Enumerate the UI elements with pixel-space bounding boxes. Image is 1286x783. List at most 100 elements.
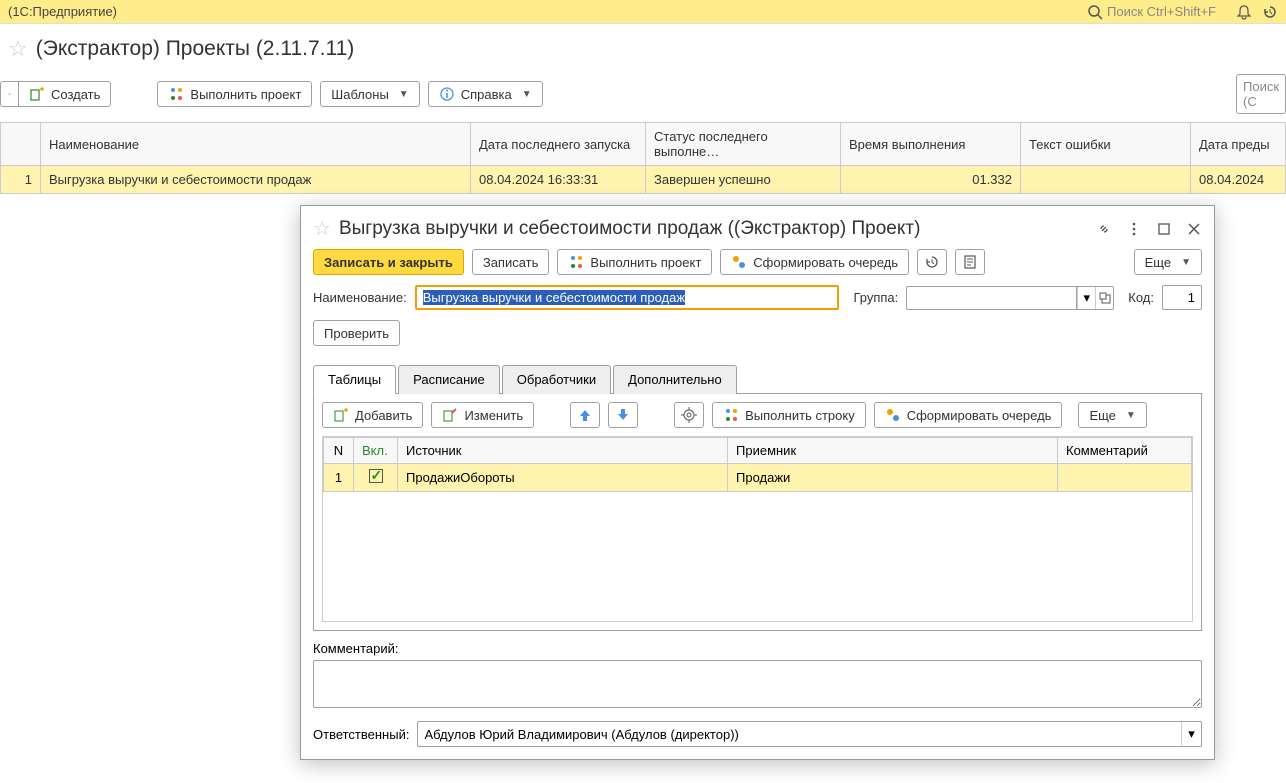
col-status[interactable]: Статус последнего выполне… <box>646 123 841 166</box>
add-button[interactable]: Добавить <box>322 402 423 428</box>
col-comment[interactable]: Комментарий <box>1058 438 1192 464</box>
group-label: Группа: <box>853 290 898 305</box>
more-button[interactable]: Еще ▼ <box>1134 249 1202 275</box>
chevron-down-icon: ▼ <box>522 89 532 100</box>
expand-button[interactable] <box>0 81 18 107</box>
dialog-title-bar: ☆ Выгрузка выручки и себестоимости прода… <box>301 206 1214 249</box>
tab-schedule[interactable]: Расписание <box>398 365 500 394</box>
col-enabled[interactable]: Вкл. <box>354 438 398 464</box>
col-exec-time[interactable]: Время выполнения <box>841 123 1021 166</box>
col-n[interactable]: N <box>324 438 354 464</box>
arrow-down-icon <box>615 407 631 423</box>
chevron-down-icon: ▼ <box>399 89 409 100</box>
tabs: Таблицы Расписание Обработчики Дополните… <box>313 364 1202 394</box>
tab-toolbar: Добавить Изменить <box>322 402 1193 428</box>
app-name: (1С:Предприятие) <box>8 4 117 19</box>
comment-label: Комментарий: <box>313 641 1202 656</box>
history-icon[interactable] <box>1262 3 1278 20</box>
name-label: Наименование: <box>313 290 407 305</box>
add-icon <box>333 407 349 423</box>
table-row[interactable]: 1 Выгрузка выручки и себестоимости прода… <box>1 166 1286 194</box>
run-project-button[interactable]: Выполнить проект <box>157 81 312 107</box>
save-button[interactable]: Записать <box>472 249 550 275</box>
chevron-down-icon[interactable]: ▾ <box>1181 722 1201 746</box>
search-icon <box>1087 4 1103 20</box>
create-icon <box>29 86 45 102</box>
inner-header-row: N Вкл. Источник Приемник Комментарий <box>324 438 1192 464</box>
save-close-button[interactable]: Записать и закрыть <box>313 249 464 275</box>
col-name[interactable]: Наименование <box>41 123 471 166</box>
check-row: Проверить <box>313 320 1202 346</box>
settings-button[interactable] <box>674 402 704 428</box>
name-input[interactable]: Выгрузка выручки и себестоимости продаж <box>415 285 840 310</box>
page-search[interactable]: Поиск (С <box>1236 74 1286 114</box>
link-icon[interactable] <box>1096 220 1112 237</box>
check-button[interactable]: Проверить <box>313 320 400 346</box>
queue-icon <box>885 407 901 423</box>
move-up-button[interactable] <box>570 402 600 428</box>
app-header: (1С:Предприятие) Поиск Ctrl+Shift+F <box>0 0 1286 24</box>
enabled-cell[interactable] <box>354 464 398 492</box>
col-target[interactable]: Приемник <box>728 438 1058 464</box>
page-toolbar: Создать Выполнить проект Шаблоны ▼ Справ… <box>0 70 1286 122</box>
code-input[interactable] <box>1162 285 1202 310</box>
comment-input[interactable] <box>313 660 1202 708</box>
form-queue-button[interactable]: Сформировать очередь <box>720 249 909 275</box>
table-header-row: Наименование Дата последнего запуска Ста… <box>1 123 1286 166</box>
search-placeholder: Поиск Ctrl+Shift+F <box>1107 4 1216 19</box>
close-icon[interactable] <box>1186 220 1202 237</box>
dialog-toolbar: Записать и закрыть Записать Выполнить пр… <box>313 249 1202 275</box>
edit-icon <box>442 407 458 423</box>
open-icon[interactable] <box>1095 287 1113 309</box>
history-button[interactable] <box>917 249 947 275</box>
global-search[interactable]: Поиск Ctrl+Shift+F <box>1087 4 1216 20</box>
report-button[interactable] <box>955 249 985 275</box>
group-select[interactable]: ▾ <box>906 286 1114 310</box>
project-dialog: ☆ Выгрузка выручки и себестоимости прода… <box>300 205 1215 760</box>
inner-table-row[interactable]: 1 ПродажиОбороты Продажи <box>324 464 1192 492</box>
chevron-icon <box>7 86 12 102</box>
col-prev-date[interactable]: Дата преды <box>1191 123 1286 166</box>
chevron-down-icon[interactable]: ▾ <box>1077 287 1095 309</box>
checkbox-icon <box>369 469 383 483</box>
run-project-button[interactable]: Выполнить проект <box>557 249 712 275</box>
tab-additional[interactable]: Дополнительно <box>613 365 737 394</box>
run-row-icon <box>723 407 739 423</box>
run-icon <box>568 254 584 270</box>
maximize-icon[interactable] <box>1156 220 1172 237</box>
templates-button[interactable]: Шаблоны ▼ <box>320 81 419 107</box>
form-queue-button-2[interactable]: Сформировать очередь <box>874 402 1063 428</box>
info-icon <box>439 86 455 102</box>
responsible-row: Ответственный: Абдулов Юрий Владимирович… <box>313 721 1202 747</box>
code-label: Код: <box>1128 290 1154 305</box>
chevron-down-icon: ▼ <box>1126 410 1136 421</box>
history-icon <box>924 254 940 270</box>
kebab-icon[interactable] <box>1126 220 1142 237</box>
help-button[interactable]: Справка ▼ <box>428 81 543 107</box>
star-icon[interactable]: ☆ <box>313 216 331 241</box>
run-row-button[interactable]: Выполнить строку <box>712 402 866 428</box>
star-icon[interactable]: ☆ <box>8 36 28 62</box>
page-title: (Экстрактор) Проекты (2.11.7.11) <box>36 37 355 61</box>
create-button[interactable]: Создать <box>18 81 111 107</box>
arrow-up-icon <box>577 407 593 423</box>
more-button-2[interactable]: Еще ▼ <box>1078 402 1146 428</box>
tab-handlers[interactable]: Обработчики <box>502 365 611 394</box>
dialog-title: Выгрузка выручки и себестоимости продаж … <box>339 218 1096 240</box>
tab-tables[interactable]: Таблицы <box>313 365 396 394</box>
col-source[interactable]: Источник <box>398 438 728 464</box>
move-down-button[interactable] <box>608 402 638 428</box>
tab-content: Добавить Изменить <box>313 394 1202 631</box>
document-icon <box>962 254 978 270</box>
edit-button[interactable]: Изменить <box>431 402 534 428</box>
bell-icon[interactable] <box>1236 3 1252 20</box>
chevron-down-icon: ▼ <box>1181 257 1191 268</box>
responsible-select[interactable]: Абдулов Юрий Владимирович (Абдулов (дире… <box>417 721 1202 747</box>
queue-icon <box>731 254 747 270</box>
responsible-label: Ответственный: <box>313 727 409 742</box>
col-error[interactable]: Текст ошибки <box>1021 123 1191 166</box>
run-icon <box>168 86 184 102</box>
col-last-run[interactable]: Дата последнего запуска <box>471 123 646 166</box>
comment-section: Комментарий: <box>313 641 1202 711</box>
tables-grid: N Вкл. Источник Приемник Комментарий 1 П… <box>322 436 1193 622</box>
